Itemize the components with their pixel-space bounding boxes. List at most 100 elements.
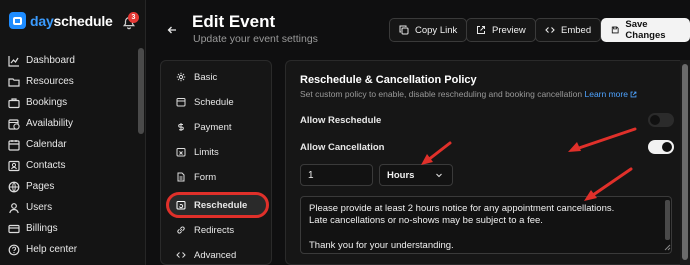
description-text: Set custom policy to enable, disable res… — [300, 89, 583, 99]
sidebar-item-label: Pages — [26, 181, 55, 192]
learn-more-link[interactable]: Learn more — [584, 89, 637, 99]
calendar-clock-icon — [8, 118, 20, 130]
sidebar-item-label: Users — [26, 202, 53, 213]
message-line — [309, 228, 663, 240]
brand-name-prefix: day — [30, 12, 54, 29]
allow-reschedule-label: Allow Reschedule — [300, 115, 382, 126]
section-description: Set custom policy to enable, disable res… — [300, 89, 637, 99]
code-icon — [545, 27, 555, 33]
copy-link-label: Copy Link — [415, 24, 458, 36]
tab-label: Advanced — [194, 249, 237, 261]
copy-link-button[interactable]: Copy Link — [389, 18, 468, 42]
preview-button[interactable]: Preview — [466, 18, 536, 42]
tab-schedule[interactable]: Schedule — [161, 92, 273, 112]
page-title: Edit Event — [192, 12, 276, 31]
external-link-icon — [477, 26, 485, 34]
credit-card-icon — [8, 224, 20, 233]
tab-label: Redirects — [194, 224, 235, 236]
annotation-highlight-ring — [166, 192, 269, 218]
main-sidebar: dayschedule 3 Dashboard Resources Bookin… — [0, 0, 146, 265]
save-icon — [611, 26, 619, 34]
sidebar-item-billings[interactable]: Billings — [0, 218, 140, 239]
resize-handle-icon[interactable] — [664, 244, 671, 251]
sidebar-item-pages[interactable]: Pages — [0, 176, 140, 197]
sidebar-item-users[interactable]: Users — [0, 197, 140, 218]
sidebar-item-label: Availability — [26, 118, 74, 129]
sidebar-item-label: Billings — [26, 223, 58, 234]
embed-button[interactable]: Embed — [535, 18, 602, 42]
cancellation-message-textarea[interactable]: Please provide at least 2 hours notice f… — [300, 196, 672, 254]
back-arrow-icon[interactable] — [167, 25, 177, 35]
tab-form[interactable]: Form — [161, 167, 273, 187]
link-icon — [177, 226, 185, 234]
toggle-knob — [650, 115, 660, 125]
sidebar-item-contacts[interactable]: Contacts — [0, 155, 140, 176]
tab-label: Limits — [194, 146, 219, 158]
app-window: dayschedule 3 Dashboard Resources Bookin… — [0, 0, 690, 265]
sidebar-item-label: Help center — [26, 244, 78, 255]
preview-label: Preview — [492, 24, 526, 36]
tab-label: Form — [194, 171, 217, 183]
textarea-scrollbar[interactable] — [665, 200, 670, 240]
notice-value-input[interactable]: 1 — [300, 164, 373, 186]
sidebar-item-resources[interactable]: Resources — [0, 71, 140, 92]
sidebar-item-label: Contacts — [26, 160, 66, 171]
settings-tab-list: Basic Schedule Payment Limits Form Resch… — [160, 60, 272, 265]
folder-icon — [8, 77, 20, 87]
help-circle-icon — [8, 244, 20, 255]
external-link-icon — [630, 91, 637, 97]
sidebar-item-label: Bookings — [26, 97, 68, 108]
sidebar-item-label: Calendar — [26, 139, 67, 150]
copy-icon — [399, 25, 409, 35]
sidebar-item-availability[interactable]: Availability — [0, 113, 140, 134]
brand-name-suffix: schedule — [53, 12, 113, 29]
allow-cancellation-label: Allow Cancellation — [300, 142, 385, 153]
sidebar-item-bookings[interactable]: Bookings — [0, 92, 140, 113]
contact-card-icon — [8, 160, 20, 171]
chart-line-icon — [8, 55, 19, 67]
page-subtitle: Update your event settings — [193, 33, 318, 45]
sidebar-scrollbar[interactable] — [138, 48, 144, 134]
gear-icon — [176, 72, 186, 82]
sidebar-nav: Dashboard Resources Bookings Availabilit… — [0, 50, 140, 260]
sidebar-item-calendar[interactable]: Calendar — [0, 134, 140, 155]
tab-label: Basic — [194, 71, 218, 83]
sidebar-item-label: Resources — [26, 76, 74, 87]
calendar-logo-icon — [9, 12, 26, 29]
dollar-icon — [178, 123, 184, 131]
allow-reschedule-toggle[interactable] — [648, 113, 674, 127]
tab-label: Payment — [194, 121, 232, 133]
notification-count-badge: 3 — [128, 12, 139, 23]
globe-icon — [8, 181, 20, 192]
save-changes-button[interactable]: Save Changes — [601, 18, 690, 42]
calendar-x-icon — [176, 148, 186, 157]
chevron-down-icon — [436, 173, 442, 178]
tab-advanced[interactable]: Advanced — [161, 245, 273, 265]
sidebar-item-help-center[interactable]: Help center — [0, 239, 140, 260]
tab-redirects[interactable]: Redirects — [161, 220, 273, 240]
brand-logo[interactable]: dayschedule — [9, 12, 113, 29]
save-changes-label: Save Changes — [625, 19, 666, 41]
embed-label: Embed — [561, 24, 592, 36]
tab-payment[interactable]: Payment — [161, 117, 273, 137]
notice-unit-value: Hours — [387, 170, 415, 181]
page-scrollbar[interactable] — [682, 64, 688, 260]
section-title: Reschedule & Cancellation Policy — [300, 74, 477, 86]
tab-basic[interactable]: Basic — [161, 67, 273, 87]
sidebar-item-label: Dashboard — [26, 55, 75, 66]
code-icon — [176, 252, 186, 258]
message-line: Please provide at least 2 hours notice f… — [309, 203, 615, 214]
calendar-icon — [8, 139, 20, 151]
briefcase-icon — [8, 97, 20, 108]
sidebar-item-dashboard[interactable]: Dashboard — [0, 50, 140, 71]
notice-unit-select[interactable]: Hours — [379, 164, 453, 186]
message-line: Late cancellations or no-shows may be su… — [309, 215, 543, 227]
allow-cancellation-toggle[interactable] — [648, 140, 674, 154]
calendar-icon — [176, 98, 186, 107]
tab-limits[interactable]: Limits — [161, 142, 273, 162]
user-icon — [9, 202, 19, 213]
document-icon — [177, 172, 185, 182]
toggle-knob — [662, 142, 672, 152]
message-line: Thank you for your understanding. — [309, 239, 454, 251]
tab-label: Schedule — [194, 96, 234, 108]
